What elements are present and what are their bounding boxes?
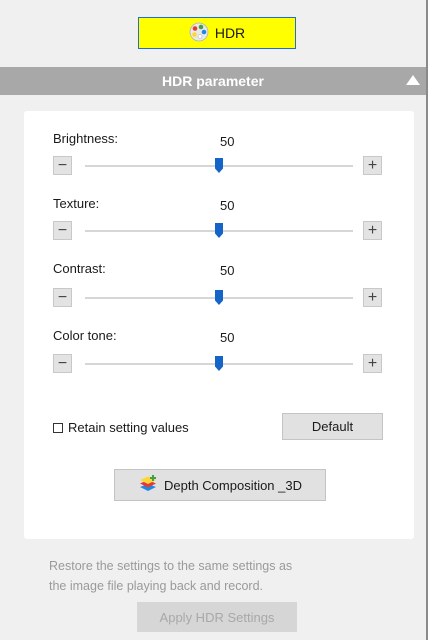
color-tone-decrease-button[interactable]: − (53, 354, 72, 373)
brightness-decrease-button[interactable]: − (53, 156, 72, 175)
depth-composition-label: Depth Composition _3D (163, 477, 303, 493)
retain-setting-values-checkbox[interactable]: Retain setting values (53, 420, 189, 435)
minus-icon: − (57, 288, 68, 306)
info-line-1: Restore the settings to the same setting… (49, 559, 293, 573)
contrast-slider-thumb[interactable] (215, 290, 223, 305)
plus-icon: + (367, 156, 378, 174)
default-button[interactable]: Default (282, 413, 383, 440)
color-tone-increase-button[interactable]: + (363, 354, 382, 373)
texture-increase-button[interactable]: + (363, 221, 382, 240)
color-tone-slider-thumb[interactable] (215, 356, 223, 371)
minus-icon: − (57, 354, 68, 372)
texture-decrease-button[interactable]: − (53, 221, 72, 240)
texture-value: 50 (220, 198, 235, 213)
hdr-button-label: HDR (214, 25, 246, 41)
minus-icon: − (57, 221, 68, 239)
contrast-value: 50 (220, 263, 235, 278)
info-line-2: the image file playing back and record. (49, 579, 264, 593)
apply-hdr-settings-button[interactable]: Apply HDR Settings (137, 602, 297, 632)
texture-slider-thumb[interactable] (215, 223, 223, 238)
minus-icon: − (57, 156, 68, 174)
color-tone-value: 50 (220, 330, 235, 345)
plus-icon: + (367, 288, 378, 306)
brightness-slider-thumb[interactable] (215, 158, 223, 173)
checkbox-box[interactable] (53, 422, 63, 433)
hdr-parameter-panel: Brightness: 50 − + Texture: 50 − + Contr… (24, 111, 414, 539)
color-tone-label: Color tone: (53, 328, 117, 343)
hdr-button[interactable]: HDR (138, 17, 296, 49)
palette-icon (189, 22, 209, 45)
plus-icon: + (367, 221, 378, 239)
triangle-up-icon[interactable] (406, 75, 420, 85)
default-button-label: Default (311, 419, 354, 434)
contrast-increase-button[interactable]: + (363, 288, 382, 307)
section-title: HDR parameter (162, 73, 264, 89)
hdr-parameter-header[interactable]: HDR parameter (0, 67, 426, 95)
contrast-decrease-button[interactable]: − (53, 288, 72, 307)
brightness-increase-button[interactable]: + (363, 156, 382, 175)
retain-label: Retain setting values (68, 420, 189, 435)
brightness-value: 50 (220, 134, 235, 149)
brightness-label: Brightness: (53, 131, 119, 146)
restore-info-text: Restore the settings to the same setting… (49, 556, 292, 596)
layers-icon (138, 474, 158, 496)
texture-label: Texture: (53, 196, 100, 211)
contrast-label: Contrast: (53, 261, 106, 276)
apply-button-label: Apply HDR Settings (159, 609, 275, 625)
depth-composition-3d-button[interactable]: Depth Composition _3D (114, 469, 326, 501)
plus-icon: + (367, 354, 378, 372)
